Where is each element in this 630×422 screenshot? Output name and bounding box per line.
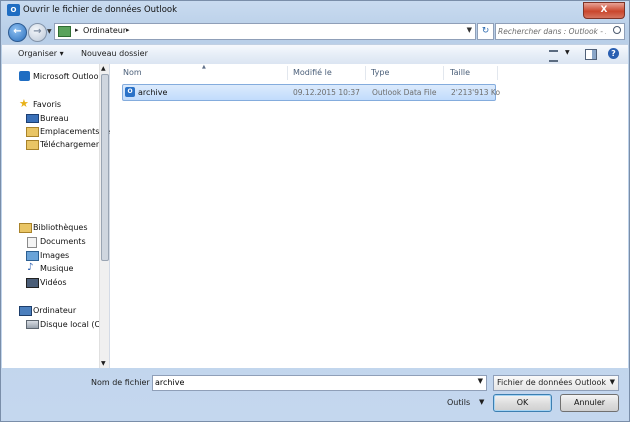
scroll-down-icon[interactable]: ▼: [101, 360, 106, 367]
nav-item-favorites[interactable]: Favoris: [33, 100, 61, 109]
close-button[interactable]: X: [583, 2, 625, 19]
file-row[interactable]: O archive 09.12.2015 10:37 Outlook Data …: [122, 84, 500, 101]
scroll-up-icon[interactable]: ▲: [101, 65, 106, 72]
change-view-icon[interactable]: [549, 50, 558, 62]
file-type: Outlook Data File: [372, 88, 437, 97]
libraries-icon: [19, 223, 32, 233]
breadcrumb-ordinateur[interactable]: Ordinateur: [83, 26, 126, 35]
nav-item-music[interactable]: Musique: [40, 264, 73, 273]
search-icon[interactable]: [613, 26, 621, 34]
downloads-icon: [26, 140, 39, 150]
column-divider[interactable]: [287, 66, 288, 80]
cancel-button[interactable]: Annuler: [560, 394, 619, 412]
documents-icon: [27, 237, 37, 248]
sort-ascending-icon: ▲: [202, 64, 206, 70]
window-title: Ouvrir le fichier de données Outlook: [23, 5, 178, 15]
nav-item-videos[interactable]: Vidéos: [40, 278, 67, 287]
nav-item-libraries[interactable]: Bibliothèques: [33, 223, 88, 232]
breadcrumb-separator-icon[interactable]: ▸: [75, 26, 79, 34]
back-button[interactable]: ←: [8, 23, 27, 42]
file-type-filter-value: Fichier de données Outlook: [497, 378, 607, 387]
recent-locations-dropdown[interactable]: ▼: [47, 28, 52, 35]
tools-button[interactable]: Outils: [447, 398, 470, 407]
file-list: ▲ Nom Modifié le Type Taille O archive 0…: [110, 64, 628, 368]
scrollbar-thumb[interactable]: [101, 74, 109, 261]
file-name: archive: [138, 88, 168, 97]
title-bar: O Ouvrir le fichier de données Outlook X: [1, 1, 629, 20]
outlook-data-file-icon: O: [125, 87, 135, 97]
nav-item-desktop[interactable]: Bureau: [40, 114, 69, 123]
computer-icon: [58, 26, 71, 37]
column-divider[interactable]: [497, 66, 498, 80]
nav-item-local-disk[interactable]: Disque local (C:): [40, 320, 106, 329]
outlook-icon: O: [7, 4, 20, 16]
navigation-bar: ← → ▼ ▸ Ordinateur ▸ ▼ ↻: [1, 20, 629, 44]
nav-item-computer[interactable]: Ordinateur: [33, 306, 76, 315]
address-bar[interactable]: ▸ Ordinateur ▸ ▼: [54, 23, 476, 40]
nav-item-microsoft-outlook[interactable]: Microsoft Outlook: [33, 72, 103, 81]
forward-button[interactable]: →: [28, 23, 47, 42]
local-disk-icon: [26, 320, 39, 329]
column-divider[interactable]: [443, 66, 444, 80]
computer-nav-icon: [19, 306, 32, 316]
file-modified: 09.12.2015 10:37: [293, 88, 360, 97]
dialog-footer: Nom de fichier : ▼ Fichier de données Ou…: [2, 368, 628, 421]
refresh-button[interactable]: ↻: [477, 23, 494, 40]
nav-pane-scrollbar[interactable]: ▲ ▼: [99, 64, 109, 368]
column-header-size[interactable]: Taille: [450, 68, 470, 77]
file-type-filter[interactable]: Fichier de données Outlook ▼: [493, 375, 619, 391]
desktop-icon: [26, 114, 39, 123]
column-header-type[interactable]: Type: [371, 68, 389, 77]
star-icon: ★: [19, 97, 29, 110]
new-folder-button[interactable]: Nouveau dossier: [81, 49, 148, 58]
nav-item-pictures[interactable]: Images: [40, 251, 69, 260]
file-size: 2'213'913 Ko: [451, 88, 501, 97]
videos-icon: [26, 278, 39, 288]
nav-item-downloads[interactable]: Téléchargements: [40, 140, 108, 149]
breadcrumb-chevron-icon[interactable]: ▸: [126, 26, 130, 34]
organize-button[interactable]: Organiser ▾: [18, 49, 64, 58]
tools-dropdown-icon[interactable]: ▼: [479, 398, 484, 406]
pictures-icon: [26, 251, 39, 261]
column-header-modified[interactable]: Modifié le: [293, 68, 332, 77]
file-name-label: Nom de fichier :: [91, 378, 155, 387]
search-box[interactable]: [495, 23, 625, 40]
file-name-input[interactable]: [155, 377, 465, 388]
navigation-pane: Microsoft Outlook ★ Favoris Bureau Empla…: [2, 64, 110, 368]
recent-places-icon: [26, 127, 39, 137]
help-button[interactable]: ?: [608, 48, 619, 59]
music-icon: ♪: [27, 262, 34, 273]
file-name-combobox[interactable]: ▼: [152, 375, 487, 391]
address-dropdown-icon[interactable]: ▼: [467, 26, 472, 34]
command-bar: Organiser ▾ Nouveau dossier ▼ ?: [2, 44, 628, 65]
outlook-folder-icon: [19, 71, 30, 81]
preview-pane-button[interactable]: [585, 49, 597, 60]
file-name-dropdown-icon[interactable]: ▼: [478, 377, 483, 385]
nav-item-documents[interactable]: Documents: [40, 237, 86, 246]
column-divider[interactable]: [365, 66, 366, 80]
column-header-name[interactable]: Nom: [123, 68, 142, 77]
ok-button[interactable]: OK: [493, 394, 552, 412]
file-type-dropdown-icon[interactable]: ▼: [610, 378, 615, 386]
file-open-dialog: O Ouvrir le fichier de données Outlook X…: [0, 0, 630, 422]
search-input[interactable]: [498, 25, 606, 37]
view-options-dropdown[interactable]: ▼: [565, 49, 570, 56]
